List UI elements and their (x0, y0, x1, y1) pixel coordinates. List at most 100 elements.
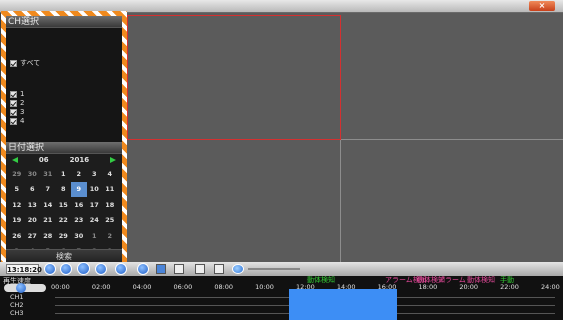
calendar: 06 2016 29 30 31 1 2 3 4 5 6 7 8 9 10 11 12 13 14 15 16 17 1… (6, 154, 122, 263)
stop-icon[interactable] (95, 263, 107, 275)
prev-month-arrow-icon[interactable] (12, 157, 18, 163)
channel-label: 1 (20, 90, 25, 98)
calendar-day[interactable]: 10 (87, 182, 103, 198)
video-cell-selected[interactable] (127, 15, 341, 140)
calendar-day[interactable]: 29 (56, 228, 72, 244)
calendar-day[interactable]: 17 (87, 197, 103, 213)
calendar-day[interactable]: 16 (71, 197, 87, 213)
channel-all-label: すべて (20, 59, 41, 67)
calendar-day[interactable]: 3 (87, 166, 103, 182)
channel-row-label: CH3 (10, 309, 24, 317)
video-grid (127, 13, 563, 267)
calendar-day[interactable]: 4 (102, 166, 118, 182)
channel-label: 3 (20, 108, 25, 116)
channel-row-1: CH1 (0, 293, 563, 301)
calendar-day[interactable]: 26 (9, 228, 25, 244)
calendar-day[interactable]: 2 (71, 166, 87, 182)
recording-segment[interactable] (289, 289, 397, 320)
time-tick-label: 10:00 (255, 283, 274, 291)
calendar-day[interactable]: 28 (40, 228, 56, 244)
calendar-day[interactable]: 12 (9, 197, 25, 213)
channel-row-label: CH1 (10, 293, 24, 301)
calendar-day[interactable]: 20 (25, 213, 41, 229)
time-tick-label: 24:00 (541, 283, 560, 291)
calendar-day[interactable]: 29 (9, 166, 25, 182)
slow-play-icon[interactable] (60, 263, 72, 275)
channel-3-checkbox[interactable]: 3 (10, 108, 24, 116)
checkbox-checked-icon (10, 59, 17, 67)
calendar-day[interactable]: 31 (40, 166, 56, 182)
time-tick-label: 20:00 (459, 283, 479, 291)
channel-label: 4 (20, 117, 25, 125)
checkbox-checked-icon (10, 117, 17, 125)
channel-4-checkbox[interactable]: 4 (10, 117, 24, 125)
video-cell-4[interactable] (341, 140, 563, 267)
channel-row-3: CH3 (0, 309, 563, 317)
close-button[interactable]: × (529, 1, 555, 11)
frame-back-icon[interactable] (115, 263, 127, 275)
calendar-day[interactable]: 27 (25, 228, 41, 244)
channel-all-checkbox[interactable]: すべて (10, 58, 40, 68)
calendar-day[interactable]: 5 (9, 182, 25, 198)
rewind-icon[interactable] (44, 263, 56, 275)
calendar-day[interactable]: 19 (9, 213, 25, 229)
time-tick-label: 22:00 (500, 283, 519, 291)
calendar-day[interactable]: 1 (87, 228, 103, 244)
time-tick-label: 18:00 (418, 283, 438, 291)
calendar-day[interactable]: 1 (56, 166, 72, 182)
snapshot-icon[interactable] (174, 264, 184, 274)
calendar-day[interactable]: 22 (56, 213, 72, 229)
volume-icon[interactable] (232, 264, 244, 274)
calendar-year: 2016 (69, 156, 90, 164)
search-panel: CH選択 すべて 1 2 3 4 日付選択 06 2016 29 30 31 1… (1, 11, 127, 268)
channel-select-header: CH選択 (6, 16, 122, 28)
calendar-day[interactable]: 13 (25, 197, 41, 213)
channel-row-label: CH2 (10, 301, 24, 309)
calendar-day[interactable]: 6 (25, 182, 41, 198)
channel-1-checkbox[interactable]: 1 (10, 90, 24, 98)
volume-slider[interactable] (248, 268, 300, 270)
calendar-day[interactable]: 21 (40, 213, 56, 229)
calendar-day[interactable]: 7 (40, 182, 56, 198)
checkbox-checked-icon (10, 108, 17, 116)
calendar-day[interactable]: 9 (71, 181, 87, 197)
date-select-header: 日付選択 (6, 142, 122, 154)
time-tick-label: 04:00 (132, 283, 152, 291)
calendar-day[interactable]: 25 (102, 213, 118, 229)
search-button[interactable]: 検索 (6, 249, 122, 263)
layout-icon[interactable] (156, 264, 166, 274)
calendar-day[interactable]: 15 (56, 197, 72, 213)
calendar-day[interactable]: 23 (71, 213, 87, 229)
channel-label: 2 (20, 99, 25, 107)
calendar-nav: 06 2016 (6, 154, 122, 166)
channel-2-checkbox[interactable]: 2 (10, 99, 24, 107)
calendar-day[interactable]: 2 (102, 228, 118, 244)
calendar-day[interactable]: 14 (40, 197, 56, 213)
search-panel-inner: CH選択 すべて 1 2 3 4 日付選択 06 2016 29 30 31 1… (6, 16, 122, 263)
clip-icon[interactable] (214, 264, 224, 274)
frame-forward-icon[interactable] (137, 263, 149, 275)
timeline: 再生速度 動体検知 アラーム検知 動体検知 アラーム 動体検知 手動 00:00 02:00… (0, 276, 563, 320)
video-cell-2[interactable] (342, 15, 563, 139)
calendar-grid: 29 30 31 1 2 3 4 5 6 7 8 9 10 11 12 13 14 15 16 17 18 19 20 21 2… (6, 166, 122, 259)
calendar-day[interactable]: 30 (25, 166, 41, 182)
backup-icon[interactable] (195, 264, 205, 274)
calendar-day[interactable]: 18 (102, 197, 118, 213)
calendar-day[interactable]: 30 (71, 228, 87, 244)
time-tick-label: 06:00 (173, 283, 193, 291)
calendar-month: 06 (38, 156, 49, 164)
time-tick-label: 00:00 (51, 283, 70, 291)
calendar-day[interactable]: 8 (56, 182, 72, 198)
channel-list: すべて 1 2 3 4 (6, 28, 122, 142)
checkbox-checked-icon (10, 90, 17, 98)
calendar-day[interactable]: 11 (102, 182, 118, 198)
calendar-day[interactable]: 24 (87, 213, 103, 229)
checkbox-checked-icon (10, 99, 17, 107)
play-icon[interactable] (77, 262, 90, 275)
next-month-arrow-icon[interactable] (110, 157, 116, 163)
video-cell-3[interactable] (127, 140, 340, 267)
time-axis: 00:00 02:00 04:00 06:00 08:00 10:00 12:00 14:00… (0, 283, 563, 292)
time-tick-label: 02:00 (91, 283, 111, 291)
time-tick-label: 08:00 (214, 283, 234, 291)
playback-window: × CH選択 すべて 1 2 3 4 日付選択 06 2016 29 30 31… (0, 0, 563, 320)
